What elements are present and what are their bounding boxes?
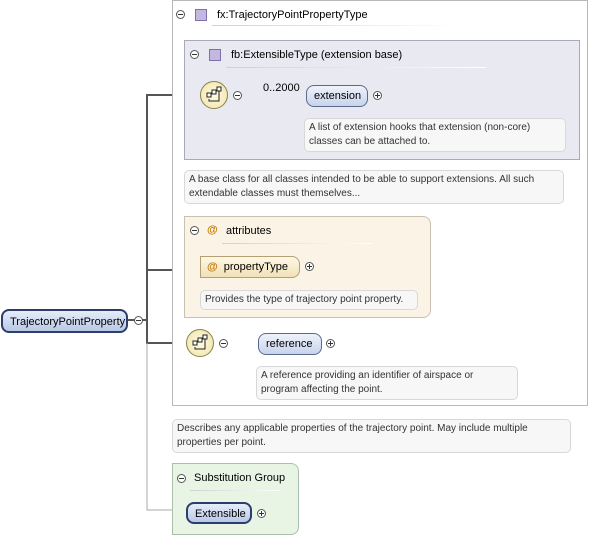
substitution-member-extensible[interactable]: Extensible [186,502,252,524]
extension-base-type-icon [209,49,221,61]
reference-sequence-glyph [192,334,208,350]
collapse-type-icon[interactable] [176,10,185,19]
complex-type-icon [195,9,207,21]
expand-propertytype-icon[interactable] [305,262,314,271]
reference-sequence-icon[interactable] [186,329,214,357]
reference-doc: A reference providing an identifier of a… [256,366,518,400]
propertytype-doc: Provides the type of trajectory point pr… [200,290,418,310]
attributes-title-separator [222,243,372,244]
extension-base-title: fb:ExtensibleType (extension base) [231,49,403,61]
substitution-group-title: Substitution Group [194,472,286,484]
attribute-icon: @ [207,224,218,236]
root-element[interactable]: TrajectoryPointProperty [1,309,128,333]
attributes-title: attributes [226,225,272,237]
collapse-attributes-icon[interactable] [190,226,199,235]
collapse-root-icon[interactable] [134,316,143,325]
attribute-propertytype[interactable]: @ propertyType [200,256,300,278]
extension-occurrence: 0..2000 [263,82,300,94]
attribute-propertytype-icon: @ [207,261,218,273]
extension-title-separator [226,67,486,68]
sequence-compositor-icon[interactable] [200,81,228,109]
reference-element[interactable]: reference [258,333,322,355]
extension-doc: A list of extension hooks that extension… [304,118,566,152]
collapse-reference-sequence-icon[interactable] [219,339,228,348]
type-title-separator [212,25,462,26]
extension-element[interactable]: extension [306,85,368,107]
expand-extensible-icon[interactable] [257,509,266,518]
collapse-extension-base-icon[interactable] [190,50,199,59]
extension-base-doc: A base class for all classes intended to… [184,170,564,204]
attribute-propertytype-label: propertyType [223,261,288,273]
sequence-glyph [206,86,222,102]
collapse-sequence-icon[interactable] [233,91,242,100]
expand-reference-icon[interactable] [326,339,335,348]
complex-type-title: fx:TrajectoryPointPropertyType [217,9,368,21]
substitution-title-separator [190,490,280,491]
collapse-substitution-icon[interactable] [177,474,186,483]
expand-extension-icon[interactable] [373,91,382,100]
root-element-doc: Describes any applicable properties of t… [172,419,571,453]
